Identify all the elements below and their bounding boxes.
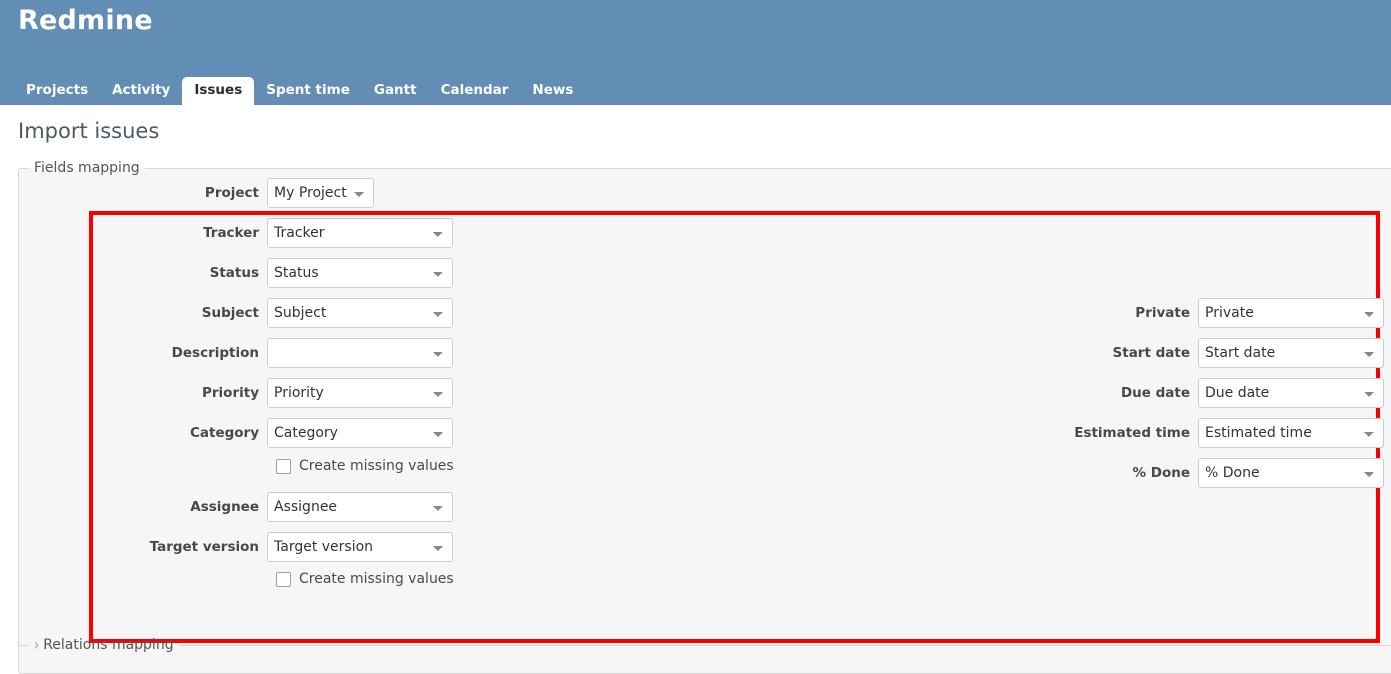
field-label-start-date: Start date (1112, 345, 1190, 361)
checkbox-label-create-missing-values-category[interactable]: Create missing values (299, 458, 454, 474)
relations-mapping-legend[interactable]: › Relations mapping (29, 636, 179, 655)
field-row-estimated-time: Estimated time Estimated time (1058, 418, 1384, 448)
checkbox-label-create-missing-values-target-version[interactable]: Create missing values (299, 571, 454, 587)
field-select-target-version[interactable]: Target version (267, 532, 453, 562)
field-label-due-date: Due date (1120, 385, 1190, 401)
relations-mapping-fieldset: › Relations mapping (18, 636, 1391, 674)
field-row-private: Private Private (1058, 298, 1384, 328)
field-row-target-version: Target version Target version (122, 532, 453, 562)
field-label-project: Project (204, 185, 259, 201)
field-select-estimated-time[interactable]: Estimated time (1198, 418, 1384, 448)
field-label-subject: Subject (201, 305, 259, 321)
field-label-private: Private (1135, 305, 1190, 321)
field-select-due-date[interactable]: Due date (1198, 378, 1384, 408)
nav-item-news[interactable]: News (520, 77, 585, 105)
field-row-project: Project My Project (122, 178, 374, 208)
field-row-assignee: Assignee Assignee (122, 492, 453, 522)
checkbox-row-category-create-missing: Create missing values (270, 455, 454, 477)
fields-mapping-fieldset: Fields mapping Project My Project Tracke… (18, 160, 1391, 650)
field-row-category: Category Category (122, 418, 453, 448)
field-label-estimated-time: Estimated time (1074, 425, 1190, 441)
field-select-status[interactable]: Status (267, 258, 453, 288)
nav-item-projects[interactable]: Projects (14, 77, 100, 105)
field-row-start-date: Start date Start date (1058, 338, 1384, 368)
field-label-percent-done: % Done (1132, 465, 1190, 481)
field-select-tracker[interactable]: Tracker (267, 218, 453, 248)
field-row-tracker: Tracker Tracker (122, 218, 453, 248)
nav-item-calendar[interactable]: Calendar (429, 77, 521, 105)
field-row-status: Status Status (122, 258, 453, 288)
field-label-description: Description (171, 345, 259, 361)
nav-item-activity[interactable]: Activity (100, 77, 182, 105)
checkbox-row-target-version-create-missing: Create missing values (270, 568, 454, 590)
main-navigation: Projects Activity Issues Spent time Gantt Cal… (14, 77, 585, 105)
nav-item-issues[interactable]: Issues (182, 77, 255, 105)
field-row-priority: Priority Priority (122, 378, 453, 408)
checkbox-create-missing-values-category[interactable] (276, 458, 291, 474)
field-select-priority[interactable]: Priority (267, 378, 453, 408)
page-title: Import issues (18, 119, 160, 143)
field-label-priority: Priority (202, 385, 259, 401)
field-label-tracker: Tracker (203, 225, 259, 241)
field-select-description[interactable] (267, 338, 453, 368)
page-content: Import issues Fields mapping Project My … (0, 105, 1391, 674)
field-select-private[interactable]: Private (1198, 298, 1384, 328)
field-label-assignee: Assignee (190, 499, 259, 515)
field-select-category[interactable]: Category (267, 418, 453, 448)
field-select-project[interactable]: My Project (267, 178, 374, 208)
field-row-due-date: Due date Due date (1058, 378, 1384, 408)
top-banner: Redmine Projects Activity Issues Spent time… (0, 0, 1391, 105)
field-select-subject[interactable]: Subject (267, 298, 453, 328)
field-select-start-date[interactable]: Start date (1198, 338, 1384, 368)
chevron-right-icon: › (34, 636, 40, 655)
field-row-description: Description (122, 338, 453, 368)
app-title: Redmine (18, 5, 153, 36)
nav-item-gantt[interactable]: Gantt (362, 77, 429, 105)
field-label-status: Status (209, 265, 259, 281)
checkbox-create-missing-values-target-version[interactable] (276, 571, 291, 587)
relations-mapping-legend-label: Relations mapping (43, 637, 174, 653)
field-label-target-version: Target version (149, 539, 259, 555)
field-label-category: Category (189, 425, 259, 441)
field-row-percent-done: % Done % Done (1058, 458, 1384, 488)
nav-item-spent-time[interactable]: Spent time (254, 77, 362, 105)
fields-mapping-grid: Project My Project Tracker Tracker Statu… (19, 176, 1391, 649)
field-row-subject: Subject Subject (122, 298, 453, 328)
fields-mapping-legend: Fields mapping (34, 160, 140, 176)
field-select-percent-done[interactable]: % Done (1198, 458, 1384, 488)
field-select-assignee[interactable]: Assignee (267, 492, 453, 522)
